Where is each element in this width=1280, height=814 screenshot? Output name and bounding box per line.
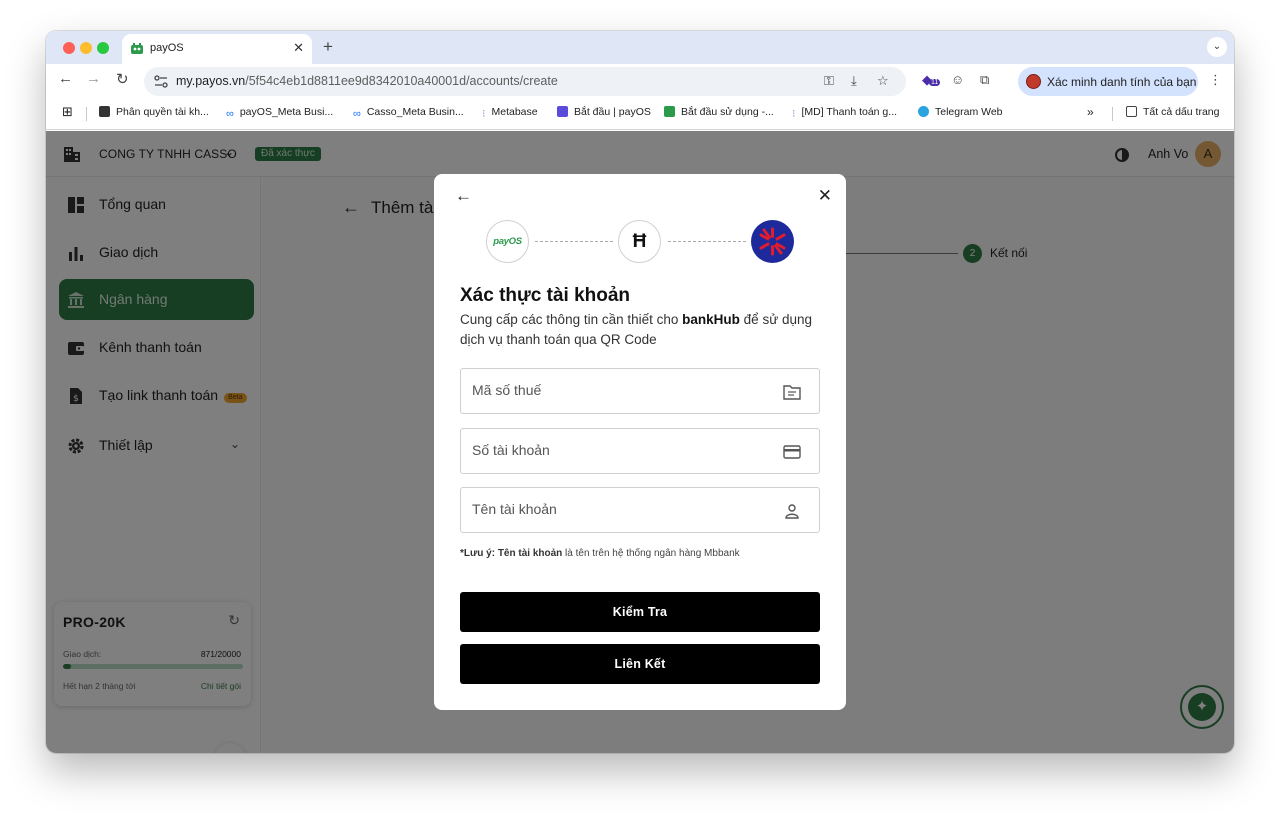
back-icon[interactable]: ← — [58, 70, 73, 87]
payos-favicon-icon — [664, 106, 675, 117]
payos-favicon-icon — [131, 43, 143, 54]
meta-icon: ∞ — [226, 108, 234, 120]
connector-dashed-line — [535, 241, 613, 242]
url-path: /5f54c4eb1d8811ee9d8342010a40001d/accoun… — [245, 74, 558, 88]
site-settings-icon[interactable] — [154, 75, 168, 88]
modal-description: Cung cấp các thông tin cần thiết cho ban… — [460, 310, 820, 350]
bookmark-label: Phân quyền tài kh... — [116, 106, 209, 118]
telegram-icon — [918, 106, 929, 117]
bankhub-logo: Ħ — [618, 220, 661, 263]
modal-overlay[interactable]: ← ✕ payOS Ħ Xác thực tài khoản Cung cấp … — [46, 131, 1234, 753]
mbbank-logo — [751, 220, 794, 263]
browser-toolbar: ← → ↻ my.payos.vn/5f54c4eb1d8811ee9d8342… — [46, 64, 1234, 99]
metabase-icon: ⁝ — [792, 108, 796, 120]
bookmark-item[interactable]: ∞ Casso_Meta Busin... — [353, 106, 464, 120]
note-text: là tên trên hệ thống ngân hàng Mbbank — [562, 548, 740, 559]
bookmark-separator — [86, 107, 87, 121]
bookmark-item[interactable]: ⁝ [MD] Thanh toán g... — [792, 106, 898, 120]
bookmark-star-icon[interactable]: ☆ — [877, 73, 889, 89]
modal-title: Xác thực tài khoản — [460, 285, 631, 306]
tab-payos[interactable]: payOS ✕ — [122, 34, 312, 64]
browser-window: payOS ✕ + ⌄ ← → ↻ my.payos.vn/5f54c4eb1d… — [46, 31, 1234, 753]
payos-logo-text: payOS — [493, 236, 522, 247]
tab-title: payOS — [150, 42, 184, 54]
close-window-button[interactable] — [63, 42, 75, 54]
forward-icon[interactable]: → — [86, 70, 101, 87]
bookmark-label: Metabase — [491, 106, 538, 118]
desc-brand: bankHub — [682, 312, 740, 327]
url-host: my.payos.vn — [176, 74, 246, 88]
note-prefix: *Lưu ý: — [460, 548, 498, 559]
bookmarks-bar: ⊞ Phân quyền tài kh... ∞ payOS_Meta Busi.… — [46, 99, 1234, 130]
browser-menu-icon[interactable]: ⋮ — [1209, 72, 1222, 88]
bankhub-logo-icon: Ħ — [632, 231, 647, 252]
profile-label: Xác minh danh tính của bạn — [1047, 75, 1197, 89]
bookmark-item[interactable]: ⁝ Metabase — [482, 106, 538, 120]
connector-dashed-line — [668, 241, 746, 242]
reload-icon[interactable]: ↻ — [116, 70, 129, 88]
tax-code-input[interactable] — [472, 382, 772, 398]
all-bookmarks-label: Tất cả dấu trang — [1143, 106, 1220, 118]
bookmark-item[interactable]: Bắt đầu sử dụng -... — [664, 106, 774, 118]
bookmark-label: Telegram Web — [935, 106, 1003, 118]
payos-doc-icon — [557, 106, 568, 117]
modal-note: *Lưu ý: Tên tài khoản là tên trên hệ thố… — [460, 548, 740, 559]
payos-app: CONG TY TNHH CASSO ⌄ Đã xác thực Anh Vo … — [46, 131, 1234, 753]
account-name-input[interactable] — [472, 501, 772, 517]
tax-code-field[interactable] — [460, 368, 820, 414]
profile-avatar — [1026, 74, 1041, 89]
folder-icon — [1126, 106, 1137, 117]
bookmarks-overflow-icon[interactable]: » — [1087, 105, 1094, 119]
modal-back-icon[interactable]: ← — [455, 186, 472, 206]
minimize-window-button[interactable] — [80, 42, 92, 54]
tab-bar: payOS ✕ + ⌄ — [46, 31, 1234, 64]
maximize-window-button[interactable] — [97, 42, 109, 54]
payos-logo: payOS — [486, 220, 529, 263]
url-text[interactable]: my.payos.vn/5f54c4eb1d8811ee9d8342010a40… — [176, 74, 558, 88]
card-icon — [783, 445, 801, 459]
bookmark-label: Bắt đầu sử dụng -... — [681, 106, 774, 118]
password-key-icon[interactable]: ⚿ — [824, 73, 834, 89]
desc-text: Cung cấp các thông tin cần thiết cho — [460, 312, 683, 327]
account-number-field[interactable] — [460, 428, 820, 474]
link-button[interactable]: Liên Kết — [460, 644, 820, 684]
meta-icon: ∞ — [353, 108, 361, 120]
all-bookmarks-button[interactable]: Tất cả dấu trang — [1126, 106, 1219, 118]
extensions-puzzle-icon[interactable]: ⧉ — [980, 72, 989, 88]
tab-search-chevron-icon[interactable]: ⌄ — [1207, 37, 1227, 57]
bookmark-item[interactable]: Telegram Web — [918, 106, 1003, 118]
extension-face-icon[interactable]: ☺ — [951, 72, 964, 87]
account-name-field[interactable] — [460, 487, 820, 533]
verify-account-modal: ← ✕ payOS Ħ Xác thực tài khoản Cung cấp … — [434, 174, 846, 710]
address-bar[interactable]: my.payos.vn/5f54c4eb1d8811ee9d8342010a40… — [144, 67, 906, 96]
account-number-input[interactable] — [472, 442, 772, 458]
apps-grid-icon[interactable]: ⊞ — [62, 104, 73, 120]
new-tab-button[interactable]: + — [323, 37, 333, 57]
bookmark-item[interactable]: Phân quyền tài kh... — [99, 106, 209, 118]
extension-badge: 11 — [929, 79, 941, 86]
profile-verify-button[interactable]: Xác minh danh tính của bạn — [1018, 67, 1198, 96]
bookmark-item[interactable]: ∞ payOS_Meta Busi... — [226, 106, 334, 120]
bookmark-label: Bắt đầu | payOS — [574, 106, 651, 118]
note-field: Tên tài khoản — [497, 548, 563, 559]
mbbank-star-icon — [759, 227, 786, 256]
check-button[interactable]: Kiểm Tra — [460, 592, 820, 632]
bookmark-separator — [1112, 107, 1113, 121]
bookmark-item[interactable]: Bắt đầu | payOS — [557, 106, 651, 118]
user-icon — [785, 504, 799, 519]
bookmark-label: payOS_Meta Busi... — [239, 106, 334, 118]
metabase-icon: ⁝ — [482, 108, 486, 120]
bookmark-label: Casso_Meta Busin... — [366, 106, 464, 118]
layers-icon — [99, 106, 110, 117]
bookmark-label: [MD] Thanh toán g... — [801, 106, 898, 118]
folder-icon — [783, 385, 801, 400]
tab-close-icon[interactable]: ✕ — [293, 40, 304, 56]
install-app-icon[interactable]: ⤓ — [851, 73, 857, 89]
extension-icon[interactable]: ◆11 — [922, 72, 941, 88]
close-icon[interactable]: ✕ — [818, 186, 832, 206]
